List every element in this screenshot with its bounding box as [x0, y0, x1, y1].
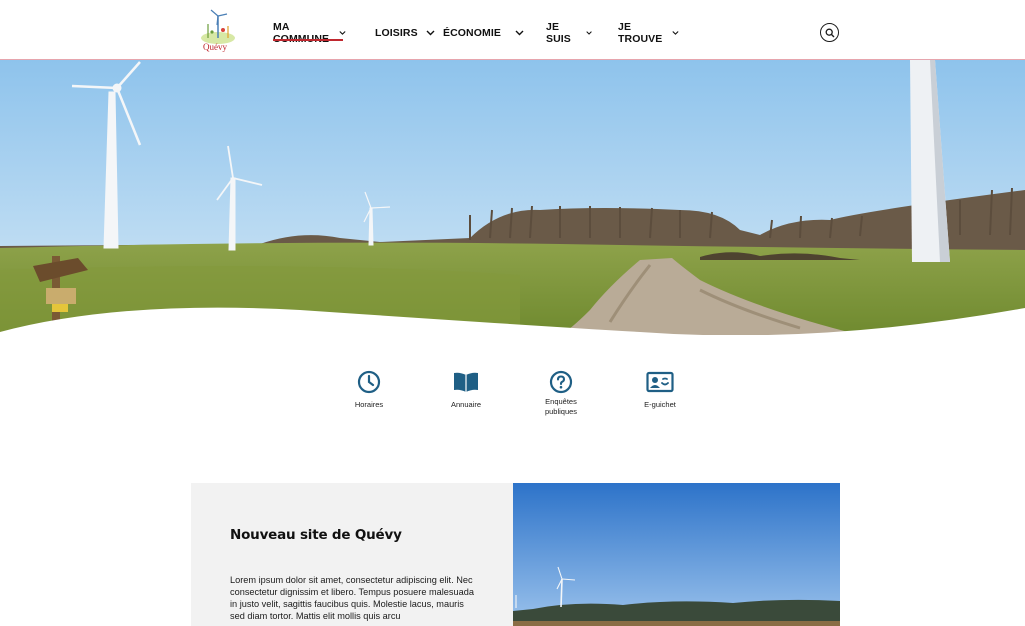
book-icon [454, 372, 478, 392]
chevron-down-icon [586, 31, 592, 35]
nav-label: LOISIRS [375, 27, 418, 39]
news-title: Nouveau site de Quévy [230, 527, 402, 543]
clock-icon [357, 370, 381, 394]
chevron-down-icon [426, 30, 435, 36]
search-button[interactable] [820, 23, 839, 42]
news-body: Lorem ipsum dolor sit amet, consectetur … [230, 575, 474, 621]
nav-label: JE SUIS [546, 21, 571, 45]
quick-link-label: Annuaire [450, 400, 482, 409]
nav-economie[interactable]: ÉCONOMIE [443, 24, 524, 42]
news-image [513, 483, 840, 626]
quick-link-horaires[interactable]: Horaires [324, 365, 414, 410]
hero-banner [0, 60, 1025, 335]
nav-je-trouve[interactable]: JE TROUVE [618, 21, 679, 45]
quick-link-e-guichet[interactable]: E-guichet [615, 365, 705, 410]
quick-link-label: Horaires [354, 400, 384, 409]
nav-label: ÉCONOMIE [443, 27, 501, 39]
quick-link-label: Enquêtes publiques [544, 397, 578, 416]
nav-label: MA COMMUNE [273, 21, 330, 45]
quick-link-label: E-guichet [644, 400, 676, 409]
nav-loisirs[interactable]: LOISIRS [375, 24, 435, 42]
quick-link-annuaire[interactable]: Annuaire [421, 365, 511, 410]
hero-image [0, 60, 1025, 335]
site-header: Quévy MA COMMUNE LOISIRS ÉCONOMIE JE SUI… [0, 0, 1025, 60]
nav-active-indicator [273, 39, 343, 41]
logo-text: Quévy [203, 42, 227, 52]
nav-je-suis[interactable]: JE SUIS [546, 21, 592, 45]
contact-card-icon [646, 371, 674, 393]
question-icon [549, 370, 573, 394]
chevron-down-icon [515, 30, 524, 36]
nav-label: JE TROUVE [618, 21, 663, 45]
chevron-down-icon [339, 31, 346, 35]
quick-link-enquetes[interactable]: Enquêtes publiques [516, 365, 606, 417]
quick-links: Horaires Annuaire Enquêtes publiques E-g… [0, 365, 1025, 435]
search-icon [825, 28, 834, 37]
chevron-down-icon [672, 31, 679, 35]
